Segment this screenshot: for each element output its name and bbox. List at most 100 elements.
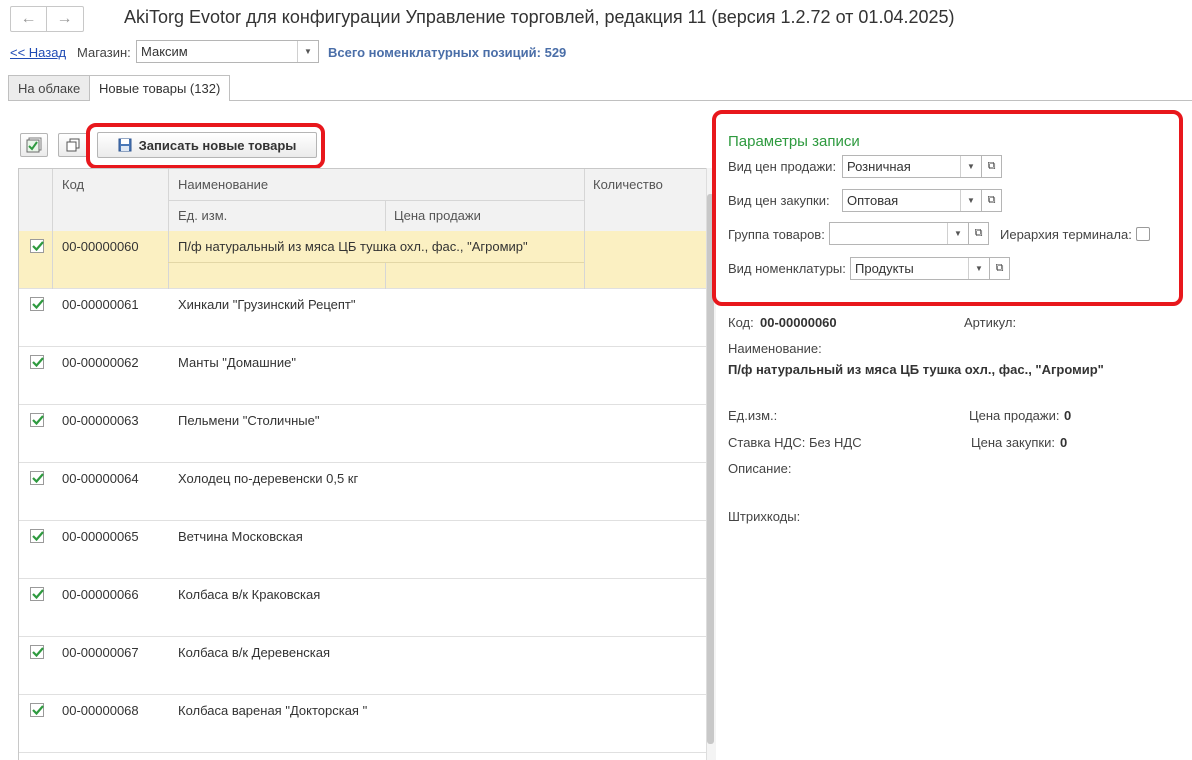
save-new-goods-button[interactable]: Записать новые товары xyxy=(97,132,317,158)
row-name: Колбаса в/к Краковская xyxy=(178,587,321,602)
chevron-down-icon[interactable]: ▼ xyxy=(960,190,981,211)
row-name: Пельмени "Столичные" xyxy=(178,413,320,428)
arrow-left-icon[interactable]: ← xyxy=(11,7,46,31)
row-checkbox[interactable] xyxy=(30,355,44,369)
row-code: 00-00000060 xyxy=(62,239,139,254)
detail-sale-price-label: Цена продажи: xyxy=(969,408,1060,423)
group-label: Группа товаров: xyxy=(728,227,825,242)
table-row[interactable]: 00-00000060 П/ф натуральный из мяса ЦБ ту… xyxy=(19,231,706,289)
window-title: AkiTorg Evotor для конфигурации Управлен… xyxy=(124,7,955,27)
nomenclature-value: Продукты xyxy=(855,261,914,276)
chevron-down-icon[interactable]: ▼ xyxy=(297,41,318,62)
row-name: Холодец по-деревенски 0,5 кг xyxy=(178,471,359,486)
store-value: Максим xyxy=(141,44,188,59)
open-icon[interactable]: ⧉ xyxy=(990,257,1010,280)
checkmark-icon xyxy=(32,531,44,542)
row-checkbox[interactable] xyxy=(30,413,44,427)
nomenclature-label: Вид номенклатуры: xyxy=(728,261,846,276)
checkmark-icon xyxy=(32,357,44,368)
row-code: 00-00000061 xyxy=(62,297,139,312)
tab-new-goods[interactable]: Новые товары (132) xyxy=(89,75,231,101)
purchase-price-label: Вид цен закупки: xyxy=(728,193,830,208)
sale-price-select[interactable]: Розничная ▼ xyxy=(842,155,982,178)
detail-vat-value: Без НДС xyxy=(809,435,862,450)
row-name: Ветчина Московская xyxy=(178,529,303,544)
open-icon[interactable]: ⧉ xyxy=(982,189,1002,212)
tab-cloud[interactable]: На облаке xyxy=(8,75,91,100)
col-unit[interactable]: Ед. изм. xyxy=(178,208,227,223)
row-code: 00-00000065 xyxy=(62,529,139,544)
row-code: 00-00000067 xyxy=(62,645,139,660)
params-title: Параметры записи xyxy=(728,133,860,150)
group-select[interactable]: ▼ xyxy=(829,222,969,245)
open-icon[interactable]: ⧉ xyxy=(982,155,1002,178)
copy-button[interactable] xyxy=(58,133,88,157)
check-all-button[interactable] xyxy=(20,133,48,157)
sale-price-label: Вид цен продажи: xyxy=(728,159,837,174)
store-select[interactable]: Максим ▼ xyxy=(136,40,319,63)
table-row[interactable]: 00-00000067 Колбаса в/к Деревенская xyxy=(19,637,706,695)
row-checkbox[interactable] xyxy=(30,239,44,253)
checkmark-icon xyxy=(32,589,44,600)
table-header: Код Наименование Ед. изм. Цена продажи К… xyxy=(19,169,706,232)
table-row[interactable]: 00-00000064 Холодец по-деревенски 0,5 кг xyxy=(19,463,706,521)
row-code: 00-00000062 xyxy=(62,355,139,370)
row-checkbox[interactable] xyxy=(30,529,44,543)
table-row[interactable]: 00-00000066 Колбаса в/к Краковская xyxy=(19,579,706,637)
row-code: 00-00000068 xyxy=(62,703,139,718)
col-price[interactable]: Цена продажи xyxy=(394,208,481,223)
chevron-down-icon[interactable]: ▼ xyxy=(947,223,968,244)
chevron-down-icon[interactable]: ▼ xyxy=(968,258,989,279)
copy-icon xyxy=(66,138,80,152)
checkmark-icon xyxy=(32,705,44,716)
detail-description-label: Описание: xyxy=(728,461,792,476)
checkmark-icon xyxy=(32,473,44,484)
detail-sale-price-value: 0 xyxy=(1064,408,1072,423)
detail-name-value: П/ф натуральный из мяса ЦБ тушка охл., ф… xyxy=(728,362,1104,377)
row-code: 00-00000064 xyxy=(62,471,139,486)
table-row[interactable]: 00-00000063 Пельмени "Столичные" xyxy=(19,405,706,463)
detail-code-value: 00-00000060 xyxy=(760,315,837,330)
row-name: Манты "Домашние" xyxy=(178,355,296,370)
row-checkbox[interactable] xyxy=(30,645,44,659)
row-checkbox[interactable] xyxy=(30,471,44,485)
purchase-price-value: Оптовая xyxy=(847,193,899,208)
hierarchy-checkbox[interactable] xyxy=(1136,227,1150,241)
detail-article-label: Артикул: xyxy=(964,315,1017,330)
checkmark-icon xyxy=(32,415,44,426)
hierarchy-label: Иерархия терминала: xyxy=(1000,227,1132,242)
detail-code-label: Код: xyxy=(728,315,754,330)
detail-vat-label: Ставка НДС: xyxy=(728,435,806,450)
checkmark-icon xyxy=(32,647,44,658)
table-row[interactable]: 00-00000068 Колбаса вареная "Докторская " xyxy=(19,695,706,753)
row-code: 00-00000066 xyxy=(62,587,139,602)
open-icon[interactable]: ⧉ xyxy=(969,222,989,245)
goods-table: Код Наименование Ед. изм. Цена продажи К… xyxy=(18,168,707,760)
purchase-price-select[interactable]: Оптовая ▼ xyxy=(842,189,982,212)
detail-barcodes-label: Штрихкоды: xyxy=(728,509,801,524)
row-checkbox[interactable] xyxy=(30,587,44,601)
col-code[interactable]: Код xyxy=(62,177,84,192)
col-quantity[interactable]: Количество xyxy=(593,177,663,192)
nomenclature-select[interactable]: Продукты ▼ xyxy=(850,257,990,280)
detail-name-label: Наименование: xyxy=(728,341,822,356)
row-name: Колбаса вареная "Докторская " xyxy=(178,703,368,718)
col-name[interactable]: Наименование xyxy=(178,177,268,192)
detail-purchase-price-value: 0 xyxy=(1060,435,1068,450)
table-row[interactable]: 00-00000065 Ветчина Московская xyxy=(19,521,706,579)
back-link[interactable]: << Назад xyxy=(10,45,66,60)
store-label: Магазин: xyxy=(77,45,131,60)
row-name: П/ф натуральный из мяса ЦБ тушка охл., ф… xyxy=(178,239,528,254)
table-row[interactable]: 00-00000061 Хинкали "Грузинский Рецепт" xyxy=(19,289,706,347)
arrow-right-icon[interactable]: → xyxy=(46,7,82,31)
chevron-down-icon[interactable]: ▼ xyxy=(960,156,981,177)
row-checkbox[interactable] xyxy=(30,703,44,717)
table-row[interactable]: 00-00000062 Манты "Домашние" xyxy=(19,347,706,405)
scrollbar-thumb[interactable] xyxy=(707,194,714,744)
detail-unit-label: Ед.изм.: xyxy=(728,408,778,423)
check-all-icon xyxy=(26,137,42,153)
total-count: Всего номенклатурных позиций: 529 xyxy=(328,45,567,60)
row-checkbox[interactable] xyxy=(30,297,44,311)
row-code: 00-00000063 xyxy=(62,413,139,428)
save-new-goods-label: Записать новые товары xyxy=(138,137,297,153)
